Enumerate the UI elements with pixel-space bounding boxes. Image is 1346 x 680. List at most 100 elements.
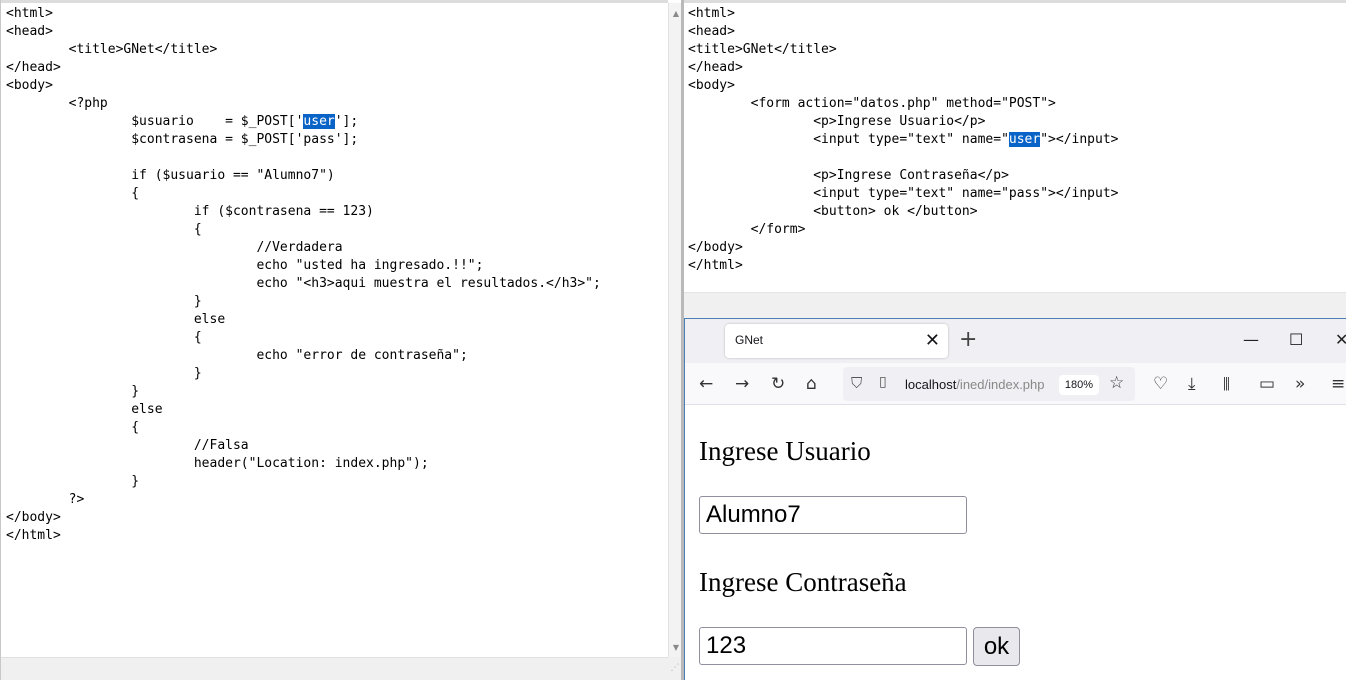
html-editor-pane[interactable]: <html> <head> <title>GNet</title> </head> <b…	[684, 0, 1346, 318]
code-text: {	[6, 420, 140, 435]
star-icon[interactable]: ☆	[1109, 373, 1124, 393]
forward-icon[interactable]: →	[735, 373, 749, 395]
ok-button[interactable]: ok	[973, 627, 1020, 666]
resize-grip-icon[interactable]: ⋰	[668, 657, 682, 680]
home-icon[interactable]: ⌂	[806, 373, 817, 395]
code-line[interactable]: <?php	[6, 95, 601, 113]
code-line[interactable]: <title>GNet</title>	[688, 41, 1119, 59]
code-line[interactable]: <p>Ingrese Usuario</p>	[688, 113, 1119, 131]
pocket-icon[interactable]: ♡	[1153, 373, 1168, 395]
html-code-area[interactable]: <html> <head> <title>GNet</title> </head> <b…	[688, 5, 1119, 275]
url-bar[interactable]: ⛉ ▯ localhost/ined/index.php 180% ☆	[843, 367, 1135, 401]
download-icon[interactable]: ⤓	[1188, 373, 1196, 395]
page-icon[interactable]: ▯	[879, 374, 887, 390]
code-line[interactable]: <html>	[688, 5, 1119, 23]
code-line[interactable]: ?>	[6, 491, 601, 509]
code-line[interactable]: <title>GNet</title>	[6, 41, 601, 59]
code-text: '];	[334, 114, 359, 129]
code-text: </head>	[6, 60, 61, 75]
code-line[interactable]: echo "error de contraseña";	[6, 347, 601, 365]
code-text: echo "error de contraseña";	[6, 348, 468, 363]
overflow-icon[interactable]: »	[1295, 373, 1305, 395]
code-line[interactable]: <body>	[6, 77, 601, 95]
code-line[interactable]: <body>	[688, 77, 1119, 95]
code-line[interactable]: }	[6, 365, 601, 383]
code-line[interactable]: $contrasena = $_POST['pass'];	[6, 131, 601, 149]
close-tab-icon[interactable]: ✕	[925, 329, 940, 351]
horizontal-scrollbar[interactable]	[1, 657, 668, 680]
code-line[interactable]	[6, 149, 601, 167]
code-text: </html>	[6, 528, 61, 543]
code-line[interactable]: {	[6, 419, 601, 437]
php-code-area[interactable]: <html> <head> <title>GNet</title> </head> <…	[6, 5, 601, 545]
code-line[interactable]: }	[6, 293, 601, 311]
code-line[interactable]: </html>	[6, 527, 601, 545]
code-line[interactable]: </body>	[688, 239, 1119, 257]
code-line[interactable]: </form>	[688, 221, 1119, 239]
code-text: $usuario = $_POST['	[6, 114, 304, 129]
code-text: ?>	[6, 492, 85, 507]
minimize-icon[interactable]: —	[1243, 327, 1259, 353]
code-line[interactable]: <p>Ingrese Contraseña</p>	[688, 167, 1119, 185]
code-line[interactable]: header("Location: index.php");	[6, 455, 601, 473]
code-line[interactable]: {	[6, 221, 601, 239]
code-line[interactable]: //Verdadera	[6, 239, 601, 257]
code-line[interactable]: echo "<h3>aqui muestra el resultados.</h…	[6, 275, 600, 293]
contrasena-input[interactable]: 123	[699, 627, 967, 665]
code-text: <body>	[6, 78, 53, 93]
code-text: echo "usted ha ingresado.!!";	[6, 258, 484, 273]
code-text: <p>Ingrese Contraseña</p>	[688, 168, 1009, 183]
code-line[interactable]: else	[6, 401, 601, 419]
sidebar-icon[interactable]: ▭	[1259, 373, 1275, 395]
code-line[interactable]: }	[6, 473, 601, 491]
code-line[interactable]: <html>	[6, 5, 601, 23]
php-editor-pane[interactable]: <html> <head> <title>GNet</title> </head> <…	[0, 0, 682, 680]
code-text: else	[6, 312, 226, 327]
code-text: {	[6, 222, 202, 237]
menu-icon[interactable]: ≡	[1331, 373, 1345, 395]
code-line[interactable]: {	[6, 329, 601, 347]
code-text: </head>	[688, 60, 743, 75]
editor-top-border	[1, 0, 668, 3]
code-line[interactable]: else	[6, 311, 601, 329]
url-text[interactable]: localhost/ined/index.php	[905, 377, 1055, 392]
code-line[interactable]: </head>	[688, 59, 1119, 77]
code-line[interactable]: </html>	[688, 257, 1119, 275]
code-line[interactable]: //Falsa	[6, 437, 601, 455]
shield-icon[interactable]: ⛉	[851, 374, 862, 392]
usuario-input[interactable]: Alumno7	[699, 496, 967, 534]
code-line[interactable]: <form action="datos.php" method="POST">	[688, 95, 1119, 113]
code-line[interactable]: echo "usted ha ingresado.!!";	[6, 257, 601, 275]
vertical-scrollbar[interactable]: ▲ ▼	[668, 3, 682, 657]
code-line[interactable]: if ($usuario == "Alumno7")	[6, 167, 601, 185]
tab-bar: GNet ✕ + — ☐ ✕	[685, 319, 1346, 363]
tab-gnet[interactable]: GNet ✕	[725, 324, 948, 358]
new-tab-icon[interactable]: +	[959, 327, 977, 353]
code-text: <title>GNet</title>	[6, 42, 218, 57]
code-line[interactable]: <input type="text" name="user"></input>	[688, 131, 1119, 149]
code-text: if ($usuario == "Alumno7")	[6, 168, 335, 183]
code-text: <html>	[688, 6, 735, 21]
code-text: <input type="text" name="pass"></input>	[688, 186, 1119, 201]
maximize-icon[interactable]: ☐	[1289, 327, 1303, 353]
code-line[interactable]: <button> ok </button>	[688, 203, 1119, 221]
code-text: <?php	[6, 96, 108, 111]
code-line[interactable]: if ($contrasena == 123)	[6, 203, 601, 221]
code-line[interactable]: </head>	[6, 59, 601, 77]
reload-icon[interactable]: ↻	[771, 373, 785, 395]
zoom-level-badge[interactable]: 180%	[1059, 375, 1099, 395]
back-icon[interactable]: ←	[699, 373, 713, 395]
code-text: }	[6, 294, 202, 309]
code-line[interactable]: </body>	[6, 509, 601, 527]
close-window-icon[interactable]: ✕	[1335, 327, 1346, 353]
code-line[interactable]: <input type="text" name="pass"></input>	[688, 185, 1119, 203]
code-line[interactable]: }	[6, 383, 601, 401]
code-line[interactable]	[688, 149, 1119, 167]
library-icon[interactable]: ⫼	[1223, 373, 1230, 395]
code-text: </html>	[688, 258, 743, 273]
code-line[interactable]: <head>	[6, 23, 601, 41]
code-line[interactable]: {	[6, 185, 601, 203]
code-line[interactable]: $usuario = $_POST['user'];	[6, 113, 601, 131]
code-text: header("Location: index.php");	[6, 456, 429, 471]
code-line[interactable]: <head>	[688, 23, 1119, 41]
